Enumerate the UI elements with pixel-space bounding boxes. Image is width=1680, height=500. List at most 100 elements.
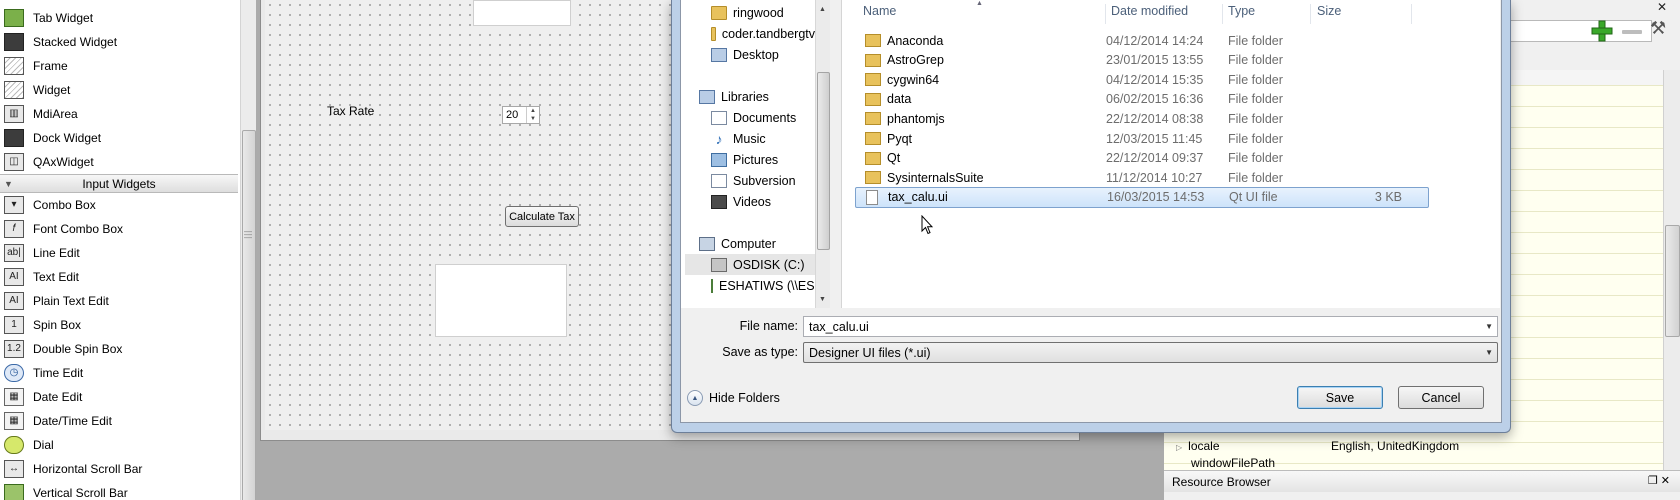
nav-item-subversion[interactable]: Subversion [711,170,796,191]
nav-item-libraries[interactable]: Libraries [699,86,769,107]
nav-item-osdisk[interactable]: OSDISK (C:) [711,254,805,275]
column-header-date[interactable]: Date modified [1111,4,1188,18]
save-type-value: Designer UI files (*.ui) [809,345,931,360]
date-modified-cell: 06/02/2015 16:36 [1106,92,1204,107]
float-icon[interactable]: ❐ [1648,475,1658,487]
folder-row[interactable]: phantomjs 22/12/2014 08:38 File folder [855,108,1500,129]
time-edit-icon: ◷ [4,364,24,382]
expand-arrow-icon[interactable]: ▷ [1176,443,1182,452]
close-icon[interactable]: ✕ [1661,475,1670,487]
disk-icon [711,257,727,272]
calculate-tax-button[interactable]: Calculate Tax [505,206,579,227]
tax-rate-label[interactable]: Tax Rate [327,104,374,118]
date-modified-cell: 12/03/2015 11:45 [1106,131,1203,146]
subversion-icon [711,173,727,188]
widget-item[interactable]: ▾ Combo Box [0,193,238,217]
widget-item[interactable]: AI Plain Text Edit [0,289,238,313]
collapse-arrow-icon[interactable]: ▼ [4,179,13,189]
widget-item[interactable]: 1.2 Double Spin Box [0,337,238,361]
music-icon: ♪ [711,131,727,146]
file-name-input[interactable]: tax_calu.ui ▼ [803,316,1498,337]
nav-item-ringwood[interactable]: ringwood [711,2,784,23]
widget-item[interactable]: ▦ Date/Time Edit [0,409,238,433]
type-cell: File folder [1228,151,1283,166]
nav-item-coder[interactable]: coder.tandbergtv [711,23,815,44]
add-plus-icon[interactable] [1591,20,1613,42]
widget-item[interactable]: ◷ Time Edit [0,361,238,385]
widget-item[interactable]: ▦ Date Edit [0,385,238,409]
hide-folders-toggle[interactable]: ▲ Hide Folders [687,390,780,406]
folder-row[interactable]: SysinternalsSuite 11/12/2014 10:27 File fo… [855,167,1500,188]
property-scroll-thumb[interactable] [1665,225,1680,337]
column-header-type[interactable]: Type [1228,4,1255,18]
output-box-top[interactable] [473,0,571,26]
frame-icon [4,57,24,75]
folder-row[interactable]: AstroGrep 23/01/2015 13:55 File folder [855,50,1500,71]
remove-minus-icon[interactable] [1622,30,1642,34]
widget-icon [4,81,24,99]
tax-rate-spinbox[interactable]: 20 ▲ ▼ [502,106,540,124]
file-name-text: SysinternalsSuite [887,170,984,185]
widget-item[interactable]: Dock Widget [0,126,238,150]
widget-box-scrollbar[interactable]: — — — [240,0,256,500]
widget-item[interactable]: Frame [0,54,238,78]
save-type-select[interactable]: Designer UI files (*.ui) ▼ [803,342,1498,363]
widget-item[interactable]: Stacked Widget [0,30,238,54]
chevron-down-icon[interactable]: ▼ [1485,348,1493,357]
widget-item[interactable]: 1 Spin Box [0,313,238,337]
nav-item-pictures[interactable]: Pictures [711,149,778,170]
widget-box-scroll-thumb[interactable] [242,130,256,500]
widget-item[interactable]: ▥ MdiArea [0,102,238,126]
widget-item[interactable]: Tab Widget [0,6,238,30]
folder-row[interactable]: data 06/02/2015 16:36 File folder [855,89,1500,110]
widget-item[interactable]: AI Text Edit [0,265,238,289]
widget-item[interactable]: Vertical Scroll Bar [0,481,238,500]
widget-item[interactable]: Dial [0,433,238,457]
videos-icon [711,194,727,209]
property-scrollbar[interactable] [1663,70,1680,470]
folder-row[interactable]: cygwin64 04/12/2014 15:35 File folder [855,69,1500,90]
nav-item-eshatiws[interactable]: ESHATIWS (\\ESE [711,275,815,296]
file-row[interactable]: tax_calu.ui 16/03/2015 14:53 Qt UI file 3 K… [855,186,1429,208]
folder-icon [865,53,881,67]
computer-icon [699,236,715,251]
category-header-input-widgets[interactable]: ▼ Input Widgets [0,174,238,193]
scroll-down-icon[interactable]: ▼ [819,296,826,303]
desktop-icon [711,47,727,62]
column-header-size[interactable]: Size [1317,4,1341,18]
nav-item-music[interactable]: ♪ Music [711,128,766,149]
type-cell: File folder [1228,53,1283,68]
dock-buttons[interactable]: ❐ ✕ [1648,474,1670,487]
folder-row[interactable]: Anaconda 04/12/2014 14:24 File folder [855,30,1500,51]
save-button[interactable]: Save [1297,386,1383,409]
widget-item-label: Text Edit [33,270,80,284]
combo-box-icon: ▾ [4,196,24,214]
result-text-box[interactable] [435,264,567,337]
widget-item[interactable]: ab| Line Edit [0,241,238,265]
chevron-down-icon[interactable]: ▼ [1485,322,1493,331]
close-icon[interactable]: ✕ [1657,0,1667,14]
nav-item-desktop[interactable]: Desktop [711,44,779,65]
property-row-window-file-path[interactable]: windowFilePath [1164,456,1662,468]
wrench-icon[interactable]: ⚒ [1650,18,1672,44]
type-cell: File folder [1228,33,1283,48]
scroll-up-icon[interactable]: ▲ [819,6,826,13]
nav-item-documents[interactable]: Documents [711,107,796,128]
folder-row[interactable]: Pyqt 12/03/2015 11:45 File folder [855,128,1500,149]
nav-item-videos[interactable]: Videos [711,191,771,212]
folder-icon [865,171,881,185]
column-header-name[interactable]: Name [863,4,896,18]
widget-item[interactable]: ↔ Horizontal Scroll Bar [0,457,238,481]
nav-pane-scrollbar[interactable]: ▲ ▼ [815,0,830,308]
documents-icon [711,110,727,125]
property-value[interactable]: English, UnitedKingdom [1319,439,1459,453]
nav-scroll-thumb[interactable] [817,72,830,250]
cancel-button[interactable]: Cancel [1398,386,1484,409]
spin-arrows-icon[interactable]: ▲ ▼ [526,107,539,123]
folder-row[interactable]: Qt 22/12/2014 09:37 File folder [855,148,1500,169]
widget-item[interactable]: 𝑓 Font Combo Box [0,217,238,241]
nav-item-computer[interactable]: Computer [699,233,776,254]
property-row-locale[interactable]: ▷ locale English, UnitedKingdom [1164,435,1662,456]
widget-item[interactable]: Widget [0,78,238,102]
widget-item[interactable]: ◫ QAxWidget [0,150,238,174]
